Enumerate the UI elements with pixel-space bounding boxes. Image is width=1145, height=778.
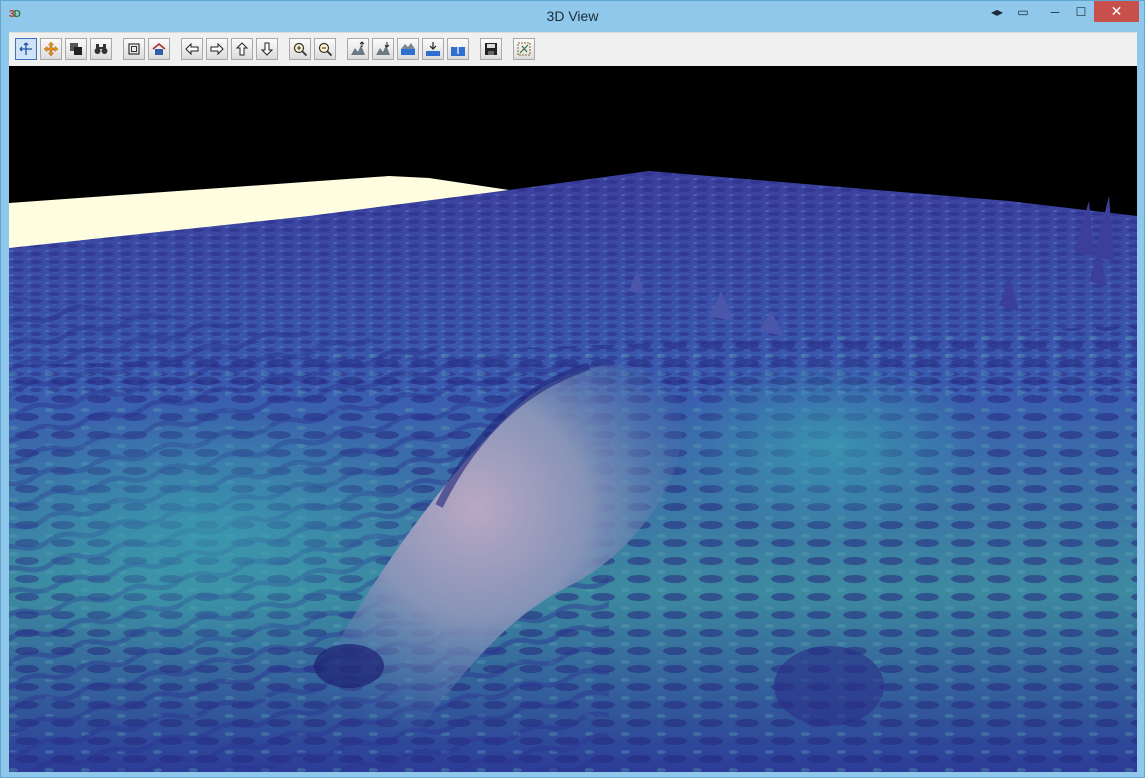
terrain-render [9, 66, 1137, 772]
home-icon [152, 42, 166, 55]
arrow-left-icon [185, 42, 199, 56]
title-bar[interactable]: 3D 3D View ◂▸ ▭ ─ ☐ ✕ [1, 1, 1144, 31]
move-left-button[interactable] [181, 38, 203, 60]
fit-view-button[interactable] [123, 38, 145, 60]
move-right-button[interactable] [206, 38, 228, 60]
rotate-icon [19, 42, 32, 55]
lower-water-button[interactable] [422, 38, 444, 60]
vertical-exaggeration-up-button[interactable] [347, 38, 369, 60]
water-lower-icon [426, 42, 440, 56]
window-arrows-button[interactable]: ◂▸ [983, 1, 1011, 23]
settings-icon [517, 42, 531, 56]
pan-tool-button[interactable] [40, 38, 62, 60]
maximize-button[interactable]: ☐ [1067, 1, 1095, 23]
move-down-button[interactable] [256, 38, 278, 60]
binoculars-button[interactable] [90, 38, 112, 60]
zoom-in-button[interactable] [289, 38, 311, 60]
3d-viewport[interactable] [9, 66, 1137, 772]
save-button[interactable] [480, 38, 502, 60]
binoculars-icon [94, 44, 108, 54]
app-window: 3D 3D View ◂▸ ▭ ─ ☐ ✕ [0, 0, 1145, 778]
settings-button[interactable] [513, 38, 535, 60]
fit-view-icon [128, 43, 140, 55]
arrows-icon: ◂▸ [990, 5, 1004, 19]
close-button[interactable]: ✕ [1094, 1, 1139, 22]
arrow-up-icon [235, 42, 249, 56]
close-icon: ✕ [1110, 3, 1123, 19]
zoom-out-button[interactable] [314, 38, 336, 60]
arrow-right-icon [210, 42, 224, 56]
home-view-button[interactable] [148, 38, 170, 60]
pan-move-icon [43, 41, 59, 57]
raise-water-button[interactable] [447, 38, 469, 60]
minimize-icon: ─ [1050, 5, 1060, 19]
rotate-tool-button[interactable] [15, 38, 37, 60]
pin-icon: ▭ [1017, 5, 1029, 19]
zoom-out-icon [318, 42, 333, 57]
arrow-down-icon [260, 42, 274, 56]
vertical-exaggeration-down-button[interactable] [372, 38, 394, 60]
layers-icon [70, 43, 82, 55]
zoom-in-icon [293, 42, 308, 57]
save-icon [485, 43, 497, 55]
window-pin-button[interactable]: ▭ [1009, 1, 1037, 23]
water-level-icon [401, 43, 415, 55]
maximize-icon: ☐ [1075, 5, 1087, 19]
move-up-button[interactable] [231, 38, 253, 60]
minimize-button[interactable]: ─ [1041, 1, 1069, 23]
terrain-up-icon [351, 41, 365, 55]
window-title: 3D View [546, 8, 599, 24]
terrain-down-icon [376, 42, 390, 55]
toolbar [9, 32, 1137, 66]
water-level-button[interactable] [397, 38, 419, 60]
layers-button[interactable] [65, 38, 87, 60]
water-raise-icon [451, 43, 465, 56]
